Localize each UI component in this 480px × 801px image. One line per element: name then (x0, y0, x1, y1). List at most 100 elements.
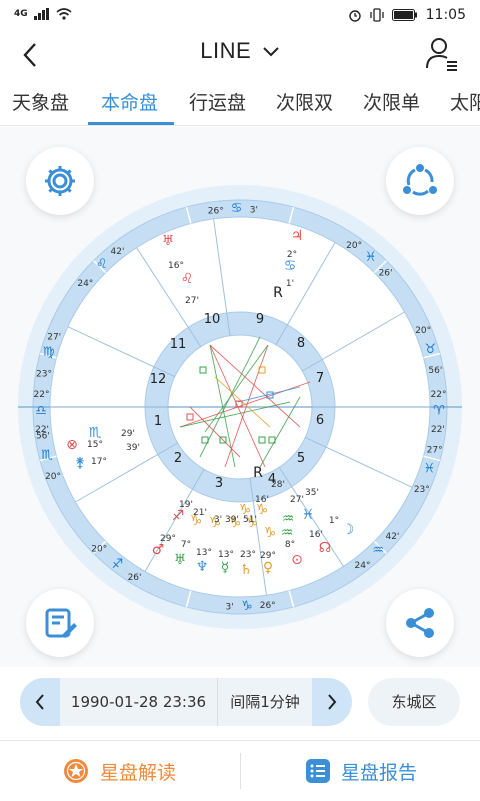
settings-button[interactable] (26, 147, 94, 215)
planet-glyph: ♅ (174, 552, 187, 568)
planet-degree-label: 23° (240, 550, 256, 560)
cycle-icon (403, 164, 437, 196)
zodiac-degree-label: 23° (414, 485, 430, 495)
house-number-12: 12 (150, 372, 167, 387)
tab-transit-chart[interactable]: 行运盘 (189, 88, 246, 115)
next-time-button[interactable] (312, 678, 352, 726)
planet-degree-label: 29° (260, 551, 276, 561)
chart-title-dropdown[interactable]: LINE (0, 38, 480, 64)
page-title: LINE (200, 38, 252, 63)
house-number-5: 5 (297, 451, 305, 466)
planet-glyph: ⊗ (66, 437, 78, 453)
edit-button[interactable] (26, 589, 94, 657)
network-label: 4G (14, 9, 28, 19)
planet-degree-label: 2° (287, 250, 297, 260)
chart-reading-label: 星盘解读 (100, 761, 177, 784)
zodiac-degree-label: 20° (346, 241, 362, 251)
planet-degree-label: 27' (290, 495, 304, 505)
planet-degree-label: 16' (309, 530, 323, 540)
planet-glyph: ♂ (152, 542, 165, 558)
planet-degree-label: 7° (181, 540, 191, 550)
zodiac-sign-glyph: ♏ (41, 448, 53, 463)
report-list-icon (306, 759, 330, 783)
tab-progressed-double[interactable]: 次限双 (276, 88, 333, 115)
chevron-right-icon (328, 694, 337, 710)
planet-glyph: ⚵ (75, 455, 85, 471)
planet-glyph: ♋ (284, 258, 297, 274)
planet-glyph: ♒ (281, 525, 294, 541)
planet-glyph: ♓ (302, 507, 315, 523)
gear-icon (45, 166, 75, 196)
battery-icon (391, 9, 417, 21)
house-number-9: 9 (256, 312, 264, 327)
city-selector[interactable]: 东城区 (368, 678, 460, 726)
planet-degree-label: 39' (126, 443, 140, 453)
planet-glyph: ♌ (181, 271, 194, 287)
signal-icon (33, 8, 49, 20)
interval-selector[interactable]: 间隔1分钟 (218, 678, 312, 726)
planet-glyph: ♀ (263, 560, 273, 576)
planet-degree-label: 16° (168, 261, 184, 271)
edit-note-icon (45, 608, 77, 638)
date-pill: 1990-01-28 23:36 间隔1分钟 (20, 678, 352, 726)
zodiac-degree-label: 42' (385, 532, 399, 542)
active-tab-indicator (88, 122, 174, 125)
planet-degree-label: 3' (214, 515, 222, 525)
house-number-2: 2 (174, 451, 182, 466)
user-list-icon (426, 38, 457, 71)
zodiac-degree-label: 22° (431, 390, 447, 400)
zodiac-degree-label: 24° (77, 279, 93, 289)
chart-report-button[interactable]: 星盘报告 (305, 741, 417, 801)
status-bar: 4G 11:05 (0, 0, 480, 30)
house-number-7: 7 (316, 371, 324, 386)
clock-time: 11:05 (425, 7, 466, 23)
planet-glyph: ♄ (240, 562, 253, 578)
planet-degree-label: 39' (225, 515, 239, 525)
zodiac-sign-glyph: ♑ (241, 599, 253, 614)
profile-button[interactable] (422, 34, 462, 74)
house-number-8: 8 (297, 336, 305, 351)
zodiac-degree-label: 20° (45, 472, 61, 482)
wifi-icon (56, 8, 72, 20)
planet-degree-label: 17° (91, 457, 107, 467)
zodiac-sign-glyph: ♍ (43, 345, 55, 360)
vibrate-icon (369, 8, 384, 22)
zodiac-degree-label: 56' (428, 366, 442, 376)
tab-solar[interactable]: 太阳 (450, 88, 480, 115)
chevron-down-icon (263, 47, 279, 57)
alarm-icon (348, 10, 361, 22)
zodiac-sign-glyph: ♌ (96, 257, 108, 272)
tab-sky-chart[interactable]: 天象盘 (12, 88, 69, 115)
zodiac-degree-label: 42' (111, 247, 125, 257)
zodiac-sign-glyph: ♉ (424, 342, 436, 357)
zodiac-sign-glyph: ♈ (433, 403, 445, 418)
planet-glyph: ♐ (172, 508, 185, 524)
zodiac-degree-label: 26' (379, 268, 393, 278)
planet-degree-label: 29' (121, 429, 135, 439)
zodiac-degree-label: 24° (355, 561, 371, 571)
planet-degree-label: 16' (255, 495, 269, 505)
planet-glyph: ☊ (319, 540, 331, 556)
chart-report-label: 星盘报告 (341, 761, 418, 784)
zodiac-degree-label: 20° (91, 545, 107, 555)
zodiac-degree-label: 27' (47, 333, 61, 343)
house-number-6: 6 (316, 413, 324, 428)
zodiac-sign-glyph: ♋ (231, 201, 243, 216)
refresh-button[interactable] (386, 147, 454, 215)
tab-progressed-single[interactable]: 次限单 (363, 88, 420, 115)
planet-degree-label: 8° (285, 540, 295, 550)
zodiac-sign-glyph: ♒ (372, 543, 384, 558)
status-left: 4G (14, 8, 72, 20)
footer-bar: 星盘解读 星盘报告 (0, 740, 480, 800)
chart-reading-button[interactable]: 星盘解读 (62, 741, 176, 801)
zodiac-sign-glyph: ♎ (35, 403, 47, 418)
share-icon (406, 608, 434, 638)
prev-time-button[interactable] (20, 678, 60, 726)
planet-degree-label: 29° (160, 534, 176, 544)
time-controls: 1990-01-28 23:36 间隔1分钟 东城区 (0, 672, 480, 732)
share-button[interactable] (386, 589, 454, 657)
planet-glyph: R (253, 465, 263, 481)
datetime-field[interactable]: 1990-01-28 23:36 (60, 678, 218, 726)
tab-natal-chart[interactable]: 本命盘 (101, 88, 158, 115)
zodiac-sign-glyph: ♐ (112, 557, 124, 572)
